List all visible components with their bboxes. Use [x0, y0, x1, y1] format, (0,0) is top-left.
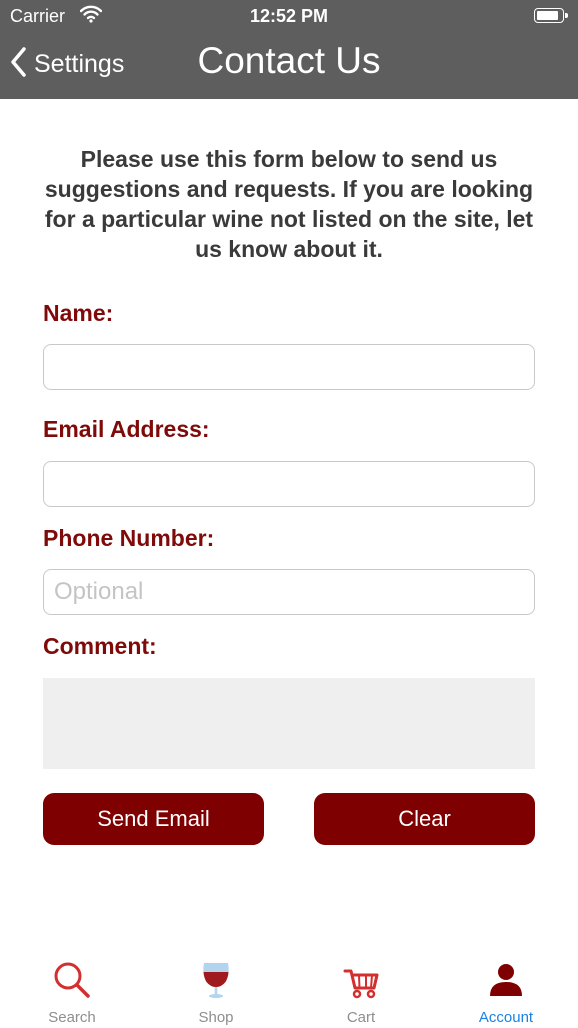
person-icon — [486, 960, 526, 1000]
email-field[interactable] — [43, 461, 535, 507]
tab-search-label: Search — [48, 1009, 96, 1026]
clock: 12:52 PM — [249, 6, 329, 26]
clear-button[interactable]: Clear — [314, 793, 535, 845]
tab-cart[interactable]: Cart — [289, 946, 433, 1028]
name-field[interactable] — [43, 344, 535, 390]
status-bar: Carrier 12:52 PM — [0, 0, 578, 32]
tab-account-label: Account — [478, 1009, 534, 1026]
tab-account[interactable]: Account — [434, 946, 578, 1028]
tab-bar: Search Shop Cart Account — [0, 946, 578, 1028]
phone-label: Phone Number: — [43, 525, 215, 551]
send-email-button[interactable]: Send Email — [43, 793, 264, 845]
comment-field[interactable] — [43, 678, 535, 769]
phone-field[interactable] — [43, 569, 535, 615]
tab-cart-label: Cart — [346, 1009, 376, 1026]
battery-icon — [534, 8, 568, 23]
comment-label: Comment: — [43, 633, 157, 659]
cart-icon — [341, 960, 381, 1000]
tab-shop[interactable]: Shop — [144, 946, 288, 1028]
tab-shop-label: Shop — [198, 1009, 234, 1026]
search-icon — [52, 960, 92, 1000]
tab-search[interactable]: Search — [0, 946, 144, 1028]
navigation-bar: Settings Contact Us — [0, 32, 578, 99]
wine-glass-icon — [196, 960, 236, 1000]
page-title: Contact Us — [197, 40, 381, 81]
name-label: Name: — [43, 300, 114, 326]
email-label: Email Address: — [43, 416, 210, 442]
intro-text: Please use this form below to send us su… — [44, 146, 534, 262]
